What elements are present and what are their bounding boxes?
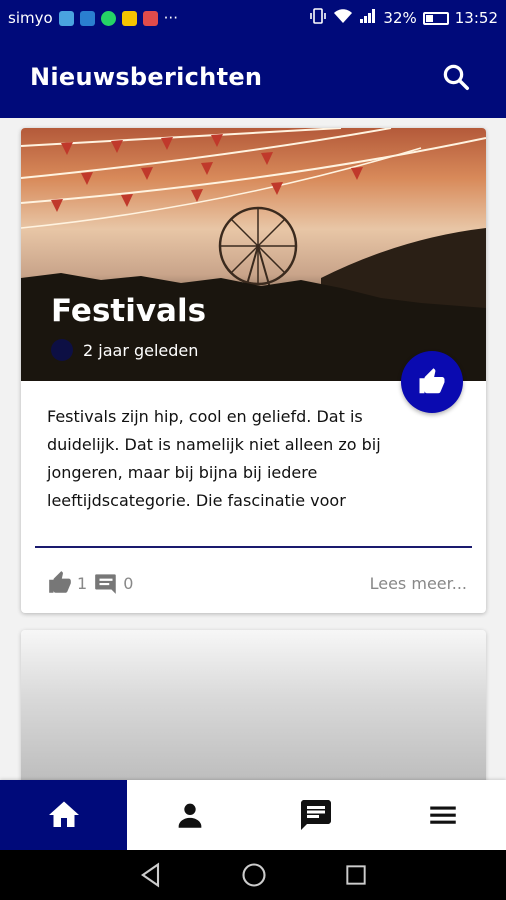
card-footer: 1 0 Lees meer... — [47, 570, 467, 596]
more-notifications: ··· — [163, 9, 178, 27]
news-feed[interactable]: Festivals 2 jaar geleden Festivals zijn … — [0, 118, 506, 780]
nav-home[interactable] — [0, 780, 127, 850]
notification-icon-1 — [58, 10, 74, 26]
nav-menu[interactable] — [380, 780, 506, 850]
thumbs-up-icon — [49, 571, 71, 593]
whatsapp-icon — [100, 10, 116, 26]
search-button[interactable] — [436, 57, 476, 97]
like-button[interactable] — [401, 351, 463, 413]
news-card[interactable]: Festivals 2 jaar geleden Festivals zijn … — [21, 128, 486, 613]
comments-count: 0 — [123, 573, 134, 593]
profile-icon — [178, 803, 202, 828]
notification-icon-3 — [121, 10, 137, 26]
thumbs-up-icon — [419, 368, 445, 394]
article-meta: 2 jaar geleden — [51, 339, 198, 361]
article-excerpt: Festivals zijn hip, cool en geliefd. Dat… — [47, 407, 381, 510]
chat-icon — [301, 800, 332, 830]
read-more-link[interactable]: Lees meer... — [370, 574, 467, 593]
notification-icon-2 — [79, 10, 95, 26]
bottom-nav — [0, 780, 506, 850]
mail-icon — [142, 10, 158, 26]
battery-percent: 32% — [383, 9, 417, 27]
nav-profile[interactable] — [127, 780, 253, 850]
home-icon — [48, 801, 79, 827]
page-title: Nieuwsberichten — [30, 63, 263, 91]
article-title[interactable]: Festivals — [51, 293, 206, 329]
clock: 13:52 — [454, 9, 498, 27]
menu-icon — [430, 806, 456, 824]
article-image[interactable]: Festivals 2 jaar geleden — [21, 128, 486, 381]
system-nav-bar — [0, 850, 506, 900]
likes-count-group[interactable]: 1 — [47, 570, 87, 596]
recents-icon[interactable] — [343, 862, 369, 888]
carrier-label: simyo — [8, 9, 53, 27]
news-card-next[interactable] — [21, 630, 486, 780]
battery-icon — [422, 11, 449, 25]
signal-icon — [359, 8, 377, 28]
likes-count: 1 — [77, 573, 88, 593]
home-circle-icon[interactable] — [240, 861, 268, 889]
status-bar: simyo ··· 32% 13:52 — [0, 0, 506, 36]
comments-count-group[interactable]: 0 — [93, 570, 133, 596]
author-avatar-icon — [51, 339, 73, 361]
card-divider — [35, 546, 472, 548]
app-bar: Nieuwsberichten — [0, 36, 506, 118]
wifi-icon — [333, 8, 353, 28]
nav-messages[interactable] — [253, 780, 379, 850]
article-time-ago: 2 jaar geleden — [83, 340, 199, 360]
comment-icon — [95, 574, 116, 594]
vibrate-icon — [309, 8, 327, 28]
back-icon[interactable] — [137, 861, 165, 889]
search-icon — [443, 64, 469, 90]
